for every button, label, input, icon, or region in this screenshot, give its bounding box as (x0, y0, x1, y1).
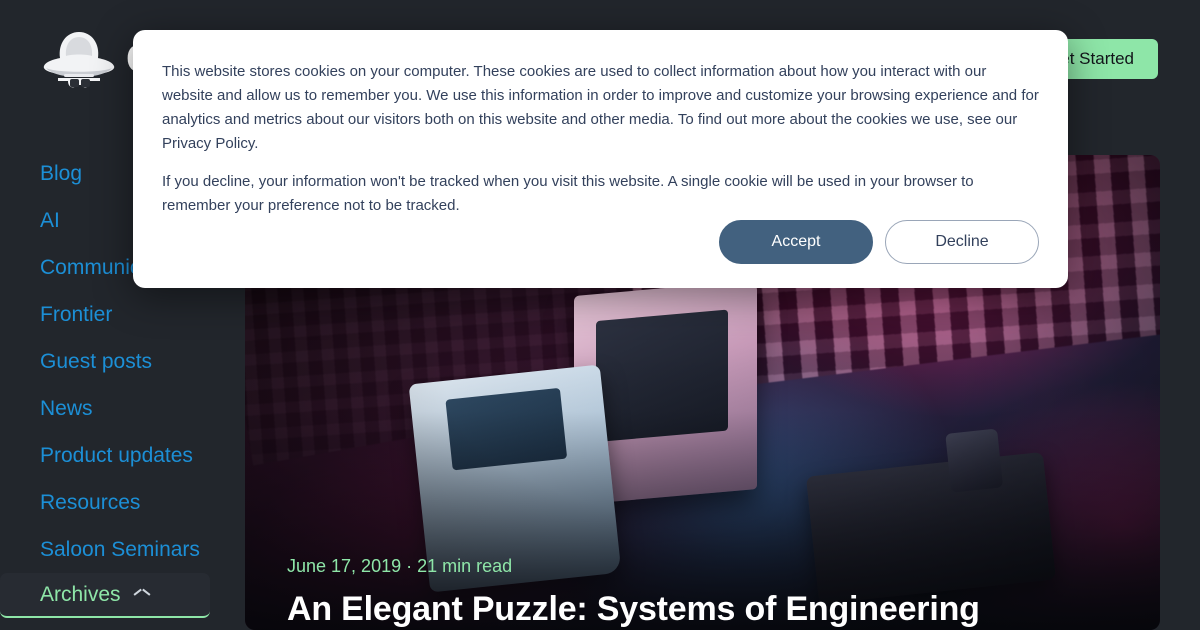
cookie-policy-paragraph-2: If you decline, your information won't b… (162, 173, 974, 214)
cookie-accept-button[interactable]: Accept (719, 220, 873, 264)
cookie-dialog-actions: Accept Decline (719, 220, 1039, 264)
cookie-decline-button[interactable]: Decline (885, 220, 1039, 264)
cookie-policy-paragraph-1: This website stores cookies on your comp… (162, 63, 1039, 152)
cookie-consent-dialog: This website stores cookies on your comp… (133, 30, 1068, 288)
page-root: Gunslinger Get Started Blog AI Communica… (0, 0, 1200, 630)
